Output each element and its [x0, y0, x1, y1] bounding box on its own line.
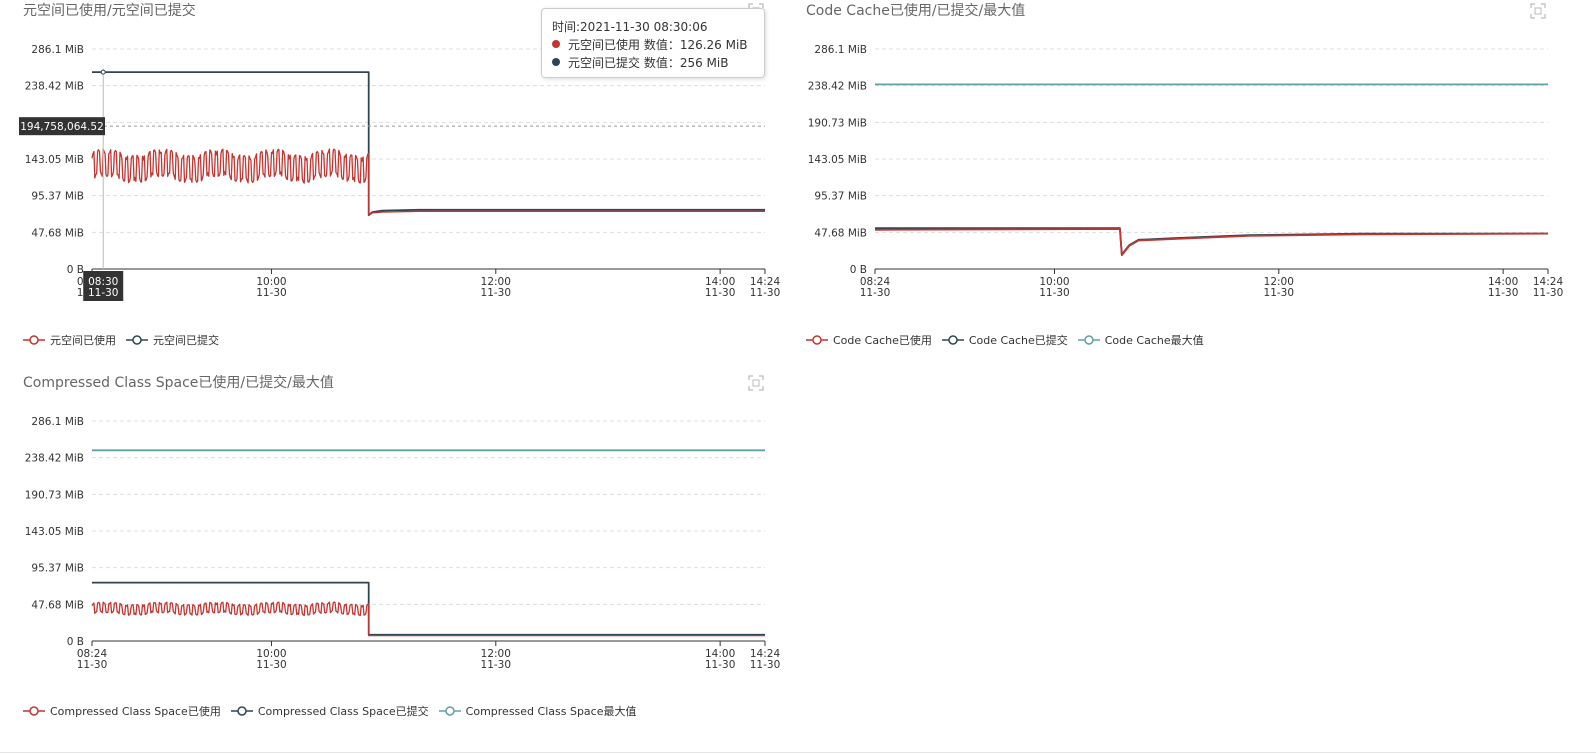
series-line: [91, 601, 765, 637]
chart-title: Code Cache已使用/已提交/最大值: [806, 3, 1026, 19]
crosshair-x-label: 08:30 11-30: [83, 271, 124, 301]
y-tick-label: 95.37 MiB: [814, 191, 867, 203]
svg-text:08:3011-30: 08:30 11-30: [88, 276, 119, 299]
tooltip-row-committed: 元空间已提交 数值：256 MiB: [552, 53, 754, 71]
divider: [0, 752, 1596, 753]
legend-item[interactable]: Compressed Class Space已使用: [23, 703, 221, 719]
y-tick-label: 190.73 MiB: [25, 489, 84, 501]
x-tick-label: 14:24 11-30: [750, 276, 781, 299]
legend-item[interactable]: Code Cache最大值: [1077, 332, 1204, 348]
legend-label: Compressed Class Space最大值: [465, 705, 637, 718]
crosshair-y-label: 194,758,064.52: [19, 117, 105, 136]
legend-label: Code Cache最大值: [1104, 334, 1204, 347]
tooltip-row-text: 元空间已使用 数值：126.26 MiB: [568, 37, 748, 52]
expand-icon[interactable]: [748, 375, 764, 391]
legend-marker-icon: [806, 335, 828, 345]
chart-legend: 元空间已使用 元空间已提交: [23, 332, 219, 348]
tooltip-row-text: 元空间已提交 数值：256 MiB: [568, 55, 729, 70]
y-tick-label: 95.37 MiB: [31, 191, 84, 203]
legend-marker-icon: [438, 706, 461, 716]
x-tick-label: 10:00 11-30: [256, 276, 287, 299]
y-tick-label: 0 B: [67, 264, 84, 276]
legend-marker-icon: [126, 335, 148, 345]
chart-title: 元空间已使用/元空间已提交: [23, 3, 196, 19]
y-tick-label: 238.42 MiB: [25, 453, 84, 465]
legend-label: Code Cache已提交: [968, 334, 1068, 347]
compressed-class-space-chart-panel: 0 B 47.68 MiB 95.37 MiB 143.05 MiB 190.73 Mi…: [0, 371, 790, 741]
y-tick-label: 190.73 MiB: [808, 117, 867, 129]
y-tick-label: 143.05 MiB: [25, 154, 84, 166]
legend-marker-icon: [1077, 335, 1100, 345]
legend-item[interactable]: Code Cache已使用: [806, 332, 932, 348]
x-tick-label: 14:24 11-30: [750, 648, 781, 671]
x-tick-label: 14:24 11-30: [1533, 276, 1564, 299]
series-color-dot: [552, 58, 560, 66]
y-tick-label: 238.42 MiB: [808, 81, 867, 93]
legend-marker-icon: [941, 335, 964, 345]
x-tick-label: 14:00 11-30: [705, 276, 736, 299]
code-cache-chart-panel: 0 B 47.68 MiB 95.37 MiB 143.05 MiB 190.73 Mi…: [783, 0, 1573, 370]
legend-item[interactable]: Compressed Class Space最大值: [438, 703, 637, 719]
y-tick-label: 143.05 MiB: [25, 526, 84, 538]
y-tick-label: 47.68 MiB: [31, 599, 84, 611]
data-tooltip: 时间:2021-11-30 08:30:06 元空间已使用 数值：126.26 …: [541, 8, 765, 78]
legend-item[interactable]: 元空间已提交: [126, 332, 219, 348]
legend-item[interactable]: 元空间已使用: [23, 332, 116, 348]
chart-legend: Compressed Class Space已使用 Compressed Clas…: [23, 703, 636, 719]
x-tick-label: 12:00 11-30: [481, 276, 512, 299]
x-tick-label: 10:00 11-30: [256, 648, 287, 671]
legend-label: Compressed Class Space已使用: [50, 705, 221, 718]
y-tick-label: 286.1 MiB: [31, 44, 84, 56]
y-tick-label: 143.05 MiB: [808, 154, 867, 166]
series-line: [92, 71, 765, 217]
legend-marker-icon: [23, 335, 45, 345]
x-tick-label: 14:00 11-30: [1488, 276, 1519, 299]
y-tick-label: 0 B: [67, 636, 84, 648]
legend-item[interactable]: Code Cache已提交: [941, 332, 1068, 348]
y-tick-label: 47.68 MiB: [31, 227, 84, 239]
compressed-class-space-chart[interactable]: 0 B 47.68 MiB 95.37 MiB 143.05 MiB 190.73 Mi…: [0, 371, 790, 741]
x-tick-label: 12:00 11-30: [1264, 276, 1295, 299]
legend-marker-icon: [23, 706, 45, 716]
tooltip-row-used: 元空间已使用 数值：126.26 MiB: [552, 35, 754, 53]
y-tick-label: 47.68 MiB: [814, 227, 867, 239]
series-color-dot: [552, 40, 560, 48]
svg-text:194,758,064.52: 194,758,064.52: [20, 121, 104, 133]
x-tick-label: 08:2411-30: [860, 276, 891, 299]
y-tick-label: 95.37 MiB: [31, 563, 84, 575]
expand-icon[interactable]: [1530, 3, 1546, 19]
y-tick-label: 0 B: [850, 264, 867, 276]
legend-label: Code Cache已使用: [833, 334, 932, 347]
legend-label: 元空间已使用: [50, 334, 116, 347]
chart-legend: Code Cache已使用 Code Cache已提交 Code Cache最大值: [806, 332, 1204, 348]
y-tick-label: 286.1 MiB: [814, 44, 867, 56]
x-tick-label: 14:00 11-30: [705, 648, 736, 671]
code-cache-chart[interactable]: 0 B 47.68 MiB 95.37 MiB 143.05 MiB 190.73 Mi…: [783, 0, 1573, 370]
legend-label: Compressed Class Space已提交: [257, 705, 429, 718]
x-tick-label: 10:00 11-30: [1039, 276, 1070, 299]
legend-marker-icon: [230, 706, 253, 716]
metaspace-chart-panel: 0 B47.68 MiB95.37 MiB143.05 MiB190.73 Mi…: [0, 0, 790, 370]
hover-point: [100, 69, 106, 75]
x-tick-label: 12:00 11-30: [481, 648, 512, 671]
y-tick-label: 286.1 MiB: [31, 416, 84, 428]
legend-item[interactable]: Compressed Class Space已提交: [230, 703, 429, 719]
tooltip-time: 时间:2021-11-30 08:30:06: [552, 19, 708, 34]
y-tick-label: 238.42 MiB: [25, 81, 84, 93]
legend-label: 元空间已提交: [153, 334, 219, 347]
x-tick-label: 08:2411-30: [77, 648, 108, 671]
chart-title: Compressed Class Space已使用/已提交/最大值: [23, 375, 334, 391]
dashboard: 0 B 47.68 MiB 95.37 MiB 143.05 MiB 190.73 Mi…: [0, 0, 1596, 755]
